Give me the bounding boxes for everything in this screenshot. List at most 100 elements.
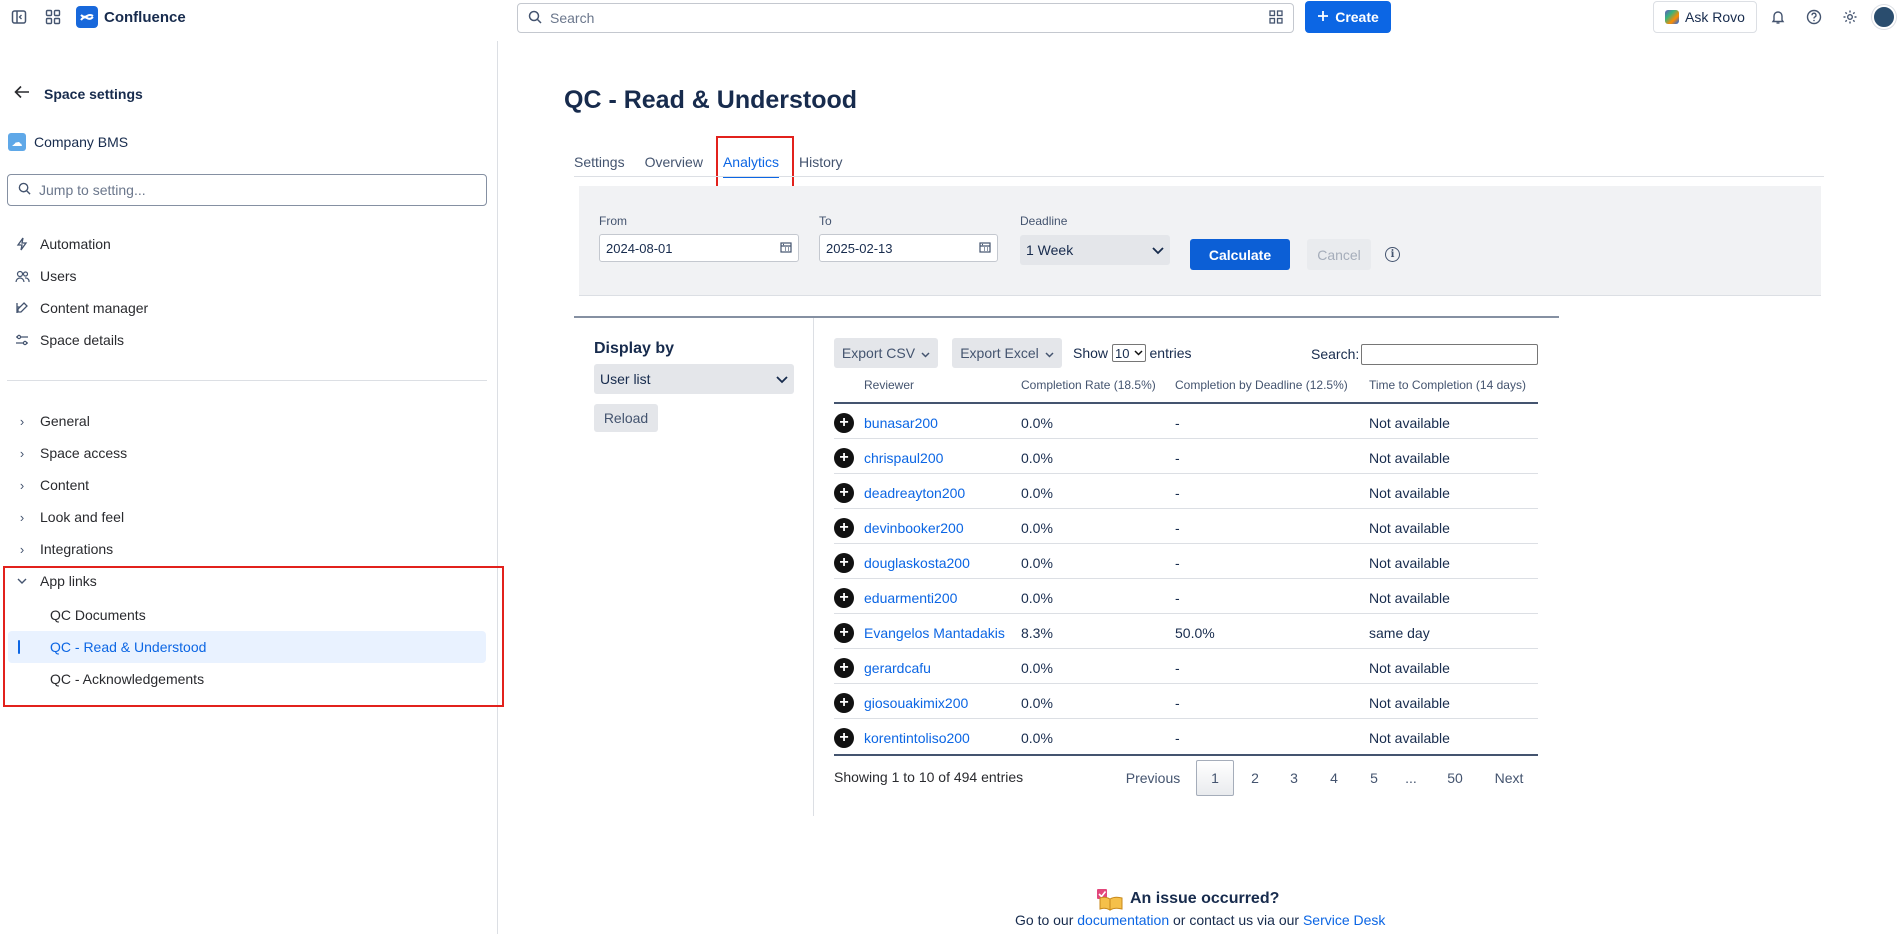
qr-code-icon[interactable] bbox=[1269, 9, 1283, 27]
completion-deadline-cell: - bbox=[1175, 450, 1180, 466]
sidebar-group-look-and-feel[interactable]: › Look and feel bbox=[14, 504, 484, 530]
service-desk-link[interactable]: Service Desk bbox=[1303, 912, 1385, 928]
from-date-input[interactable]: 2024-08-01 bbox=[599, 234, 799, 262]
tab-settings[interactable]: Settings bbox=[574, 150, 625, 174]
plus-icon bbox=[1317, 9, 1329, 25]
sliders-icon bbox=[14, 334, 30, 346]
table-row: + douglaskosta200 0.0% - Not available bbox=[834, 544, 1538, 579]
confluence-icon bbox=[76, 6, 98, 28]
reviewer-link[interactable]: giosouakimix200 bbox=[864, 695, 968, 711]
reviewer-link[interactable]: korentintoliso200 bbox=[864, 730, 970, 746]
settings-gear-icon[interactable] bbox=[1839, 6, 1861, 28]
expand-row-icon[interactable]: + bbox=[834, 588, 854, 608]
cancel-button[interactable]: Cancel bbox=[1307, 239, 1371, 270]
pagination-next[interactable]: Next bbox=[1484, 760, 1534, 796]
sidebar-toggle-icon[interactable] bbox=[8, 6, 30, 28]
app-switcher-icon[interactable] bbox=[42, 6, 64, 28]
documentation-link[interactable]: documentation bbox=[1077, 912, 1169, 928]
search-input[interactable]: Search bbox=[517, 3, 1294, 33]
expand-row-icon[interactable]: + bbox=[834, 413, 854, 433]
sidebar-item-automation[interactable]: Automation bbox=[14, 231, 484, 257]
table-row: + eduarmenti200 0.0% - Not available bbox=[834, 579, 1538, 614]
pagination-page-3[interactable]: 3 bbox=[1279, 760, 1309, 796]
rovo-icon bbox=[1665, 10, 1680, 24]
reviewer-link[interactable]: chrispaul200 bbox=[864, 450, 943, 466]
expand-row-icon[interactable]: + bbox=[834, 623, 854, 643]
export-excel-button[interactable]: Export Excel bbox=[952, 338, 1062, 368]
reviewer-link[interactable]: deadreayton200 bbox=[864, 485, 965, 501]
pagination-previous[interactable]: Previous bbox=[1120, 760, 1186, 796]
from-date-value: 2024-08-01 bbox=[606, 240, 673, 256]
expand-row-icon[interactable]: + bbox=[834, 693, 854, 713]
tab-history[interactable]: History bbox=[799, 150, 843, 174]
completion-deadline-cell: - bbox=[1175, 695, 1180, 711]
entries-select[interactable]: 10 bbox=[1112, 344, 1146, 362]
completion-rate-cell: 0.0% bbox=[1021, 695, 1053, 711]
sidebar-group-integrations[interactable]: › Integrations bbox=[14, 536, 484, 562]
export-csv-button[interactable]: Export CSV bbox=[834, 338, 938, 368]
back-arrow-icon[interactable] bbox=[14, 85, 30, 102]
pagination-page-50[interactable]: 50 bbox=[1439, 760, 1471, 796]
tab-overview[interactable]: Overview bbox=[645, 150, 703, 174]
sidebar-group-space-access[interactable]: › Space access bbox=[14, 440, 484, 466]
time-to-completion-cell: Not available bbox=[1369, 695, 1450, 711]
info-icon[interactable]: i bbox=[1385, 247, 1400, 262]
column-header-completion-rate[interactable]: Completion Rate (18.5%) bbox=[1021, 378, 1156, 392]
chevron-down-icon bbox=[1152, 242, 1164, 258]
completion-deadline-cell: - bbox=[1175, 555, 1180, 571]
pagination-page-2[interactable]: 2 bbox=[1240, 760, 1270, 796]
jump-to-setting-input[interactable]: Jump to setting... bbox=[7, 174, 487, 206]
tab-analytics[interactable]: Analytics bbox=[722, 150, 780, 178]
rovo-label: Ask Rovo bbox=[1685, 9, 1745, 25]
reviewer-link[interactable]: gerardcafu bbox=[864, 660, 931, 676]
confluence-logo[interactable]: Confluence bbox=[76, 6, 186, 28]
calendar-icon[interactable] bbox=[979, 241, 991, 256]
expand-row-icon[interactable]: + bbox=[834, 518, 854, 538]
sidebar-group-label: Space access bbox=[40, 445, 128, 461]
to-date-input[interactable]: 2025-02-13 bbox=[819, 234, 998, 262]
sidebar: Space settings ☁ Company BMS Jump to set… bbox=[0, 41, 498, 934]
issue-help-text: Go to our documentation or contact us vi… bbox=[1015, 912, 1385, 928]
sidebar-group-label: General bbox=[40, 413, 90, 429]
sidebar-group-content[interactable]: › Content bbox=[14, 472, 484, 498]
calculate-button[interactable]: Calculate bbox=[1190, 239, 1290, 270]
reviewer-link[interactable]: eduarmenti200 bbox=[864, 590, 957, 606]
calendar-icon[interactable] bbox=[780, 241, 792, 256]
expand-row-icon[interactable]: + bbox=[834, 728, 854, 748]
pagination-page-5[interactable]: 5 bbox=[1359, 760, 1389, 796]
column-header-completion-by-deadline[interactable]: Completion by Deadline (12.5%) bbox=[1175, 378, 1348, 392]
table-bottom-border bbox=[834, 754, 1538, 756]
sidebar-group-general[interactable]: › General bbox=[14, 408, 484, 434]
table-search-input[interactable] bbox=[1361, 344, 1538, 365]
column-header-reviewer[interactable]: Reviewer bbox=[864, 378, 914, 392]
display-by-select[interactable]: User list bbox=[594, 364, 794, 394]
issue-text-middle: or contact us via our bbox=[1173, 912, 1300, 928]
reviewer-link[interactable]: douglaskosta200 bbox=[864, 555, 970, 571]
reviewer-link[interactable]: Evangelos Mantadakis bbox=[864, 625, 1005, 641]
ask-rovo-button[interactable]: Ask Rovo bbox=[1653, 1, 1757, 33]
time-to-completion-cell: Not available bbox=[1369, 450, 1450, 466]
reload-button[interactable]: Reload bbox=[594, 404, 658, 432]
user-avatar[interactable] bbox=[1872, 5, 1896, 29]
notifications-icon[interactable] bbox=[1767, 6, 1789, 28]
reviewer-link[interactable]: bunasar200 bbox=[864, 415, 938, 431]
expand-row-icon[interactable]: + bbox=[834, 483, 854, 503]
expand-row-icon[interactable]: + bbox=[834, 658, 854, 678]
space-name[interactable]: ☁ Company BMS bbox=[8, 133, 128, 151]
create-button[interactable]: Create bbox=[1305, 1, 1391, 33]
expand-row-icon[interactable]: + bbox=[834, 448, 854, 468]
sidebar-item-content-manager[interactable]: Content manager bbox=[14, 295, 484, 321]
sidebar-item-users[interactable]: Users bbox=[14, 263, 484, 289]
time-to-completion-cell: Not available bbox=[1369, 520, 1450, 536]
deadline-select[interactable]: 1 Week bbox=[1020, 235, 1170, 265]
help-icon[interactable] bbox=[1803, 6, 1825, 28]
column-header-time-to-completion[interactable]: Time to Completion (14 days) bbox=[1369, 378, 1526, 392]
reviewer-link[interactable]: devinbooker200 bbox=[864, 520, 964, 536]
table-row: + giosouakimix200 0.0% - Not available bbox=[834, 684, 1538, 719]
page-title: QC - Read & Understood bbox=[564, 86, 858, 114]
chevron-right-icon: › bbox=[19, 413, 25, 429]
pagination-page-4[interactable]: 4 bbox=[1319, 760, 1349, 796]
expand-row-icon[interactable]: + bbox=[834, 553, 854, 573]
pagination-page-1[interactable]: 1 bbox=[1196, 760, 1234, 796]
sidebar-item-space-details[interactable]: Space details bbox=[14, 327, 484, 353]
